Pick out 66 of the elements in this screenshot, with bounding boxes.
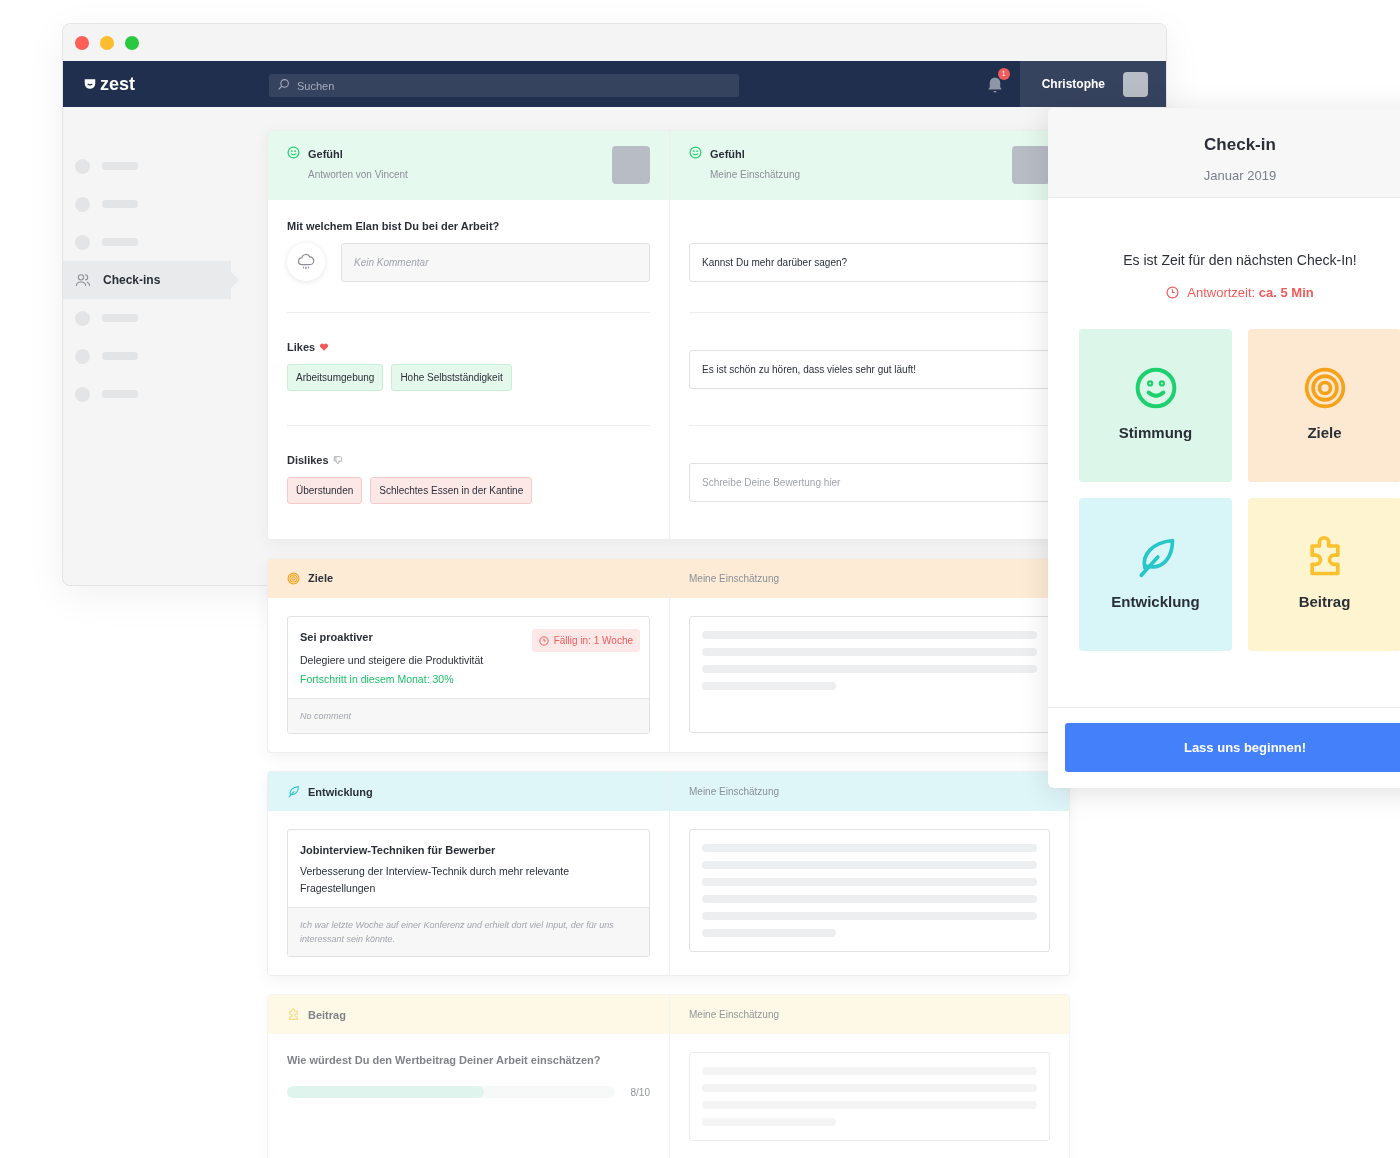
response-time: Antwortzeit: ca. 5 Min: [1187, 284, 1314, 302]
users-icon: [75, 272, 91, 288]
panel-title: Check-in: [1203, 134, 1277, 156]
bell-icon: [985, 75, 1004, 94]
likes-label: Likes: [287, 340, 316, 355]
category-tile[interactable]: Entwicklung: [1079, 497, 1232, 651]
section-subtitle: Meine Einschätzung: [689, 572, 780, 586]
item-comment: Ich war letzte Woche auf einer Konferenz und erhielt dort viel Input, der für uns interessant sein könnte.: [288, 906, 649, 957]
answer-field[interactable]: Kannst Du mehr darüber sagen?: [689, 243, 1050, 282]
target-icon: [287, 572, 300, 585]
avatar-placeholder[interactable]: [1123, 71, 1148, 97]
thumbs-down-icon: [332, 455, 343, 466]
section-title: Entwicklung: [308, 784, 374, 800]
section-title: Gefühl: [308, 147, 344, 162]
item-comment: No comment: [288, 698, 649, 734]
clock-icon: [1166, 286, 1180, 300]
dislikes-label: Dislikes: [287, 453, 329, 468]
progress-text: Fortschritt in diesem Monat: 30%: [300, 672, 455, 688]
heart-icon: [319, 342, 330, 353]
weather-emoji[interactable]: [287, 243, 325, 281]
section-subtitle: Antworten von Vincent: [308, 167, 409, 182]
cloud-rain-icon: [296, 252, 316, 272]
search-icon: [277, 77, 290, 91]
panel-message: Es ist Zeit für den nächsten Check-In!: [1122, 251, 1358, 270]
target-icon: [1302, 365, 1347, 410]
photo-placeholder: [1012, 146, 1050, 184]
answer-field[interactable]: Es ist schön zu hören, dass vieles sehr gut läuft!: [689, 350, 1050, 389]
tag: Überstunden: [287, 476, 363, 504]
section-title: Gefühl: [710, 147, 746, 162]
panel-subtitle: Januar 2019: [1202, 166, 1278, 185]
item-description: Verbesserung der Interview-Technik durch mehr relevante Fragestellungen: [300, 863, 571, 896]
due-badge: Fällig in: 1 Woche: [531, 629, 640, 652]
puzzle-icon: [287, 1008, 300, 1022]
smiley-icon: [287, 146, 300, 159]
photo-placeholder: [612, 146, 650, 184]
category-tile[interactable]: Stimmung: [1079, 328, 1232, 482]
tag: Arbeitsumgebung: [287, 363, 384, 391]
item-description: Delegiere und steigere die Produktivität: [300, 652, 485, 668]
search-field[interactable]: Suchen: [269, 74, 739, 97]
smiley-icon: [689, 146, 702, 159]
close-button[interactable]: [75, 35, 89, 50]
answer-field[interactable]: Schreibe Deine Bewertung hier: [689, 463, 1050, 502]
section-subtitle: Meine Einschätzung: [689, 1008, 780, 1023]
comment-field[interactable]: Kein Kommentar: [341, 242, 650, 282]
question-text: Mit welchem Elan bist Du bei der Arbeit?: [287, 219, 501, 234]
item-title: Jobinterview-Techniken für Bewerber: [300, 843, 496, 859]
start-button[interactable]: Lass uns beginnen!: [1065, 723, 1400, 772]
item-title: Sei proaktiver: [300, 630, 373, 645]
category-tile[interactable]: Beitrag: [1248, 497, 1400, 651]
clock-icon: [538, 635, 549, 646]
section-subtitle: Meine Einschätzung: [710, 167, 802, 182]
user-name[interactable]: Christophe: [1041, 75, 1105, 93]
leaf-icon: [287, 785, 300, 799]
section-subtitle: Meine Einschätzung: [689, 785, 780, 800]
smiley-icon: [1133, 365, 1178, 410]
logo: zest: [100, 72, 135, 96]
category-tile[interactable]: Ziele: [1248, 328, 1400, 482]
rating-reading: 8/10: [630, 1085, 650, 1100]
section-title: Ziele: [308, 571, 335, 587]
tag: Schlechtes Essen in der Kantine: [370, 476, 533, 504]
section-title: Beitrag: [308, 1007, 347, 1023]
logo-icon: [83, 77, 97, 91]
maximize-button[interactable]: [125, 35, 139, 50]
minimize-button[interactable]: [100, 35, 114, 50]
tag: Hohe Selbstständigkeit: [391, 363, 512, 391]
question-text: Wie würdest Du den Wertbeitrag Deiner Arbeit einschätzen?: [287, 1053, 602, 1069]
